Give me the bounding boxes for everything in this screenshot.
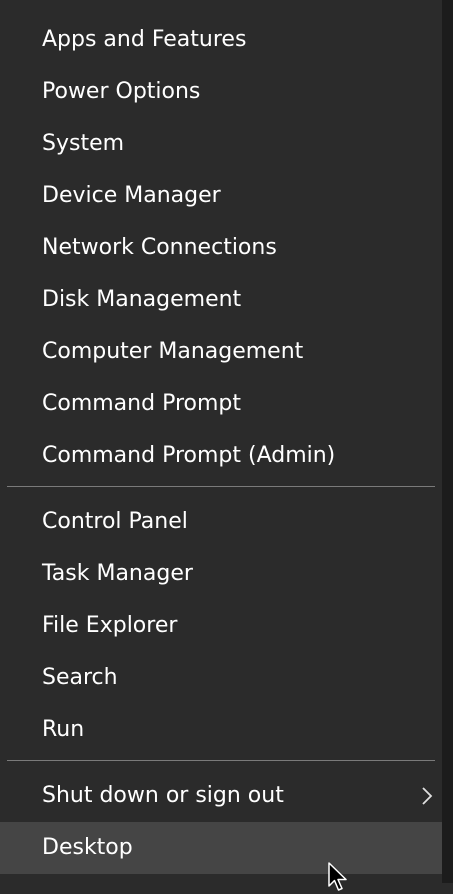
menu-item-label: Shut down or sign out bbox=[42, 783, 284, 808]
menu-item-network-connections[interactable]: Network Connections bbox=[0, 222, 442, 274]
desktop-background-edge bbox=[442, 0, 453, 883]
menu-item-run[interactable]: Run bbox=[0, 704, 442, 756]
menu-item-computer-management[interactable]: Computer Management bbox=[0, 326, 442, 378]
quick-link-menu: Apps and Features Power Options System D… bbox=[0, 0, 442, 883]
menu-item-system[interactable]: System bbox=[0, 118, 442, 170]
mouse-cursor-icon bbox=[328, 862, 347, 891]
menu-item-command-prompt-admin[interactable]: Command Prompt (Admin) bbox=[0, 430, 442, 482]
menu-item-command-prompt[interactable]: Command Prompt bbox=[0, 378, 442, 430]
menu-item-desktop[interactable]: Desktop bbox=[0, 822, 442, 874]
menu-item-shut-down-or-sign-out[interactable]: Shut down or sign out bbox=[0, 770, 442, 822]
menu-separator bbox=[7, 760, 435, 761]
chevron-right-icon bbox=[422, 787, 433, 805]
menu-item-apps-and-features[interactable]: Apps and Features bbox=[0, 14, 442, 66]
menu-separator bbox=[7, 486, 435, 487]
menu-item-task-manager[interactable]: Task Manager bbox=[0, 548, 442, 600]
menu-item-file-explorer[interactable]: File Explorer bbox=[0, 600, 442, 652]
menu-item-disk-management[interactable]: Disk Management bbox=[0, 274, 442, 326]
menu-item-search[interactable]: Search bbox=[0, 652, 442, 704]
menu-item-control-panel[interactable]: Control Panel bbox=[0, 496, 442, 548]
menu-item-device-manager[interactable]: Device Manager bbox=[0, 170, 442, 222]
menu-item-power-options[interactable]: Power Options bbox=[0, 66, 442, 118]
